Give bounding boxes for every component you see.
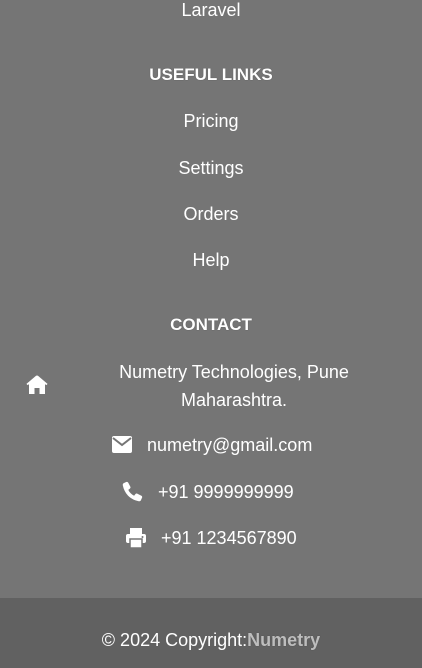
envelope-icon (112, 436, 132, 453)
home-icon (26, 375, 48, 394)
useful-links-heading: USEFUL LINKS (149, 65, 273, 84)
printer-icon (126, 528, 146, 548)
copyright-text: © 2024 Copyright: (101, 630, 248, 650)
address-line-2: Maharashtra. (180, 390, 288, 410)
phone-icon (122, 481, 143, 502)
link-laravel[interactable]: Laravel (0, 0, 422, 21)
contact-email[interactable]: numetry@gmail.com (147, 431, 312, 459)
address-line-1: Numetry Technologies, Pune (119, 362, 349, 382)
brand-link[interactable]: Numetry (247, 630, 320, 650)
link-pricing[interactable]: Pricing (0, 110, 422, 132)
contact-address: Numetry Technologies, Pune Maharashtra. (100, 358, 368, 414)
contact-fax[interactable]: +91 1234567890 (161, 524, 297, 552)
contact-heading: CONTACT (170, 315, 252, 334)
link-orders[interactable]: Orders (0, 203, 422, 225)
footer-main: Laravel USEFUL LINKS Pricing Settings Or… (0, 0, 422, 598)
contact-phone[interactable]: +91 9999999999 (158, 478, 294, 506)
copyright: © 2024 Copyright:Numetry (0, 629, 422, 651)
link-settings[interactable]: Settings (0, 157, 422, 179)
link-help[interactable]: Help (0, 249, 422, 271)
